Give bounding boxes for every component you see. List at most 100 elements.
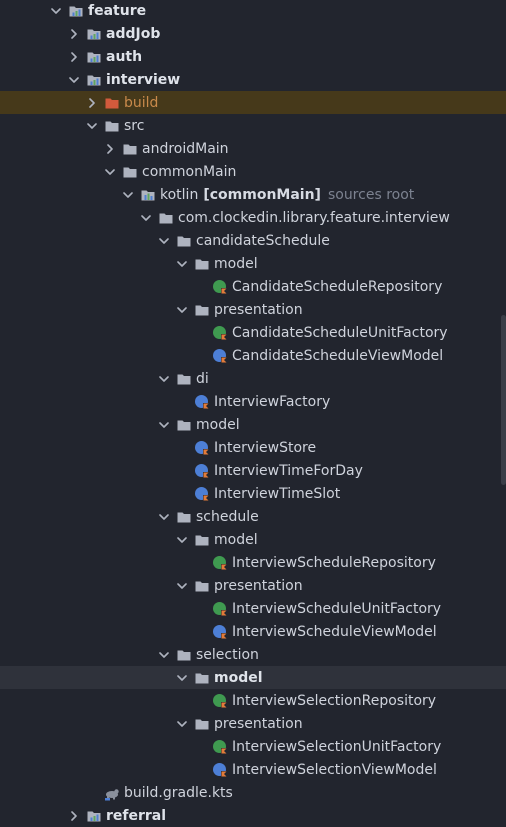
folder-icon (176, 371, 192, 387)
chevron-down-icon[interactable] (156, 371, 172, 387)
chevron-down-icon[interactable] (174, 302, 190, 318)
tree-row-candidatescheduleunitfactory[interactable]: CandidateScheduleUnitFactory (0, 321, 506, 344)
tree-row-candidatescheduleviewmodel[interactable]: CandidateScheduleViewModel (0, 344, 506, 367)
tree-item-label: model (196, 416, 240, 433)
chevron-down-icon[interactable] (156, 233, 172, 249)
tree-row-interviewscheduleviewmodel[interactable]: InterviewScheduleViewModel (0, 620, 506, 643)
chevron-down-icon[interactable] (174, 578, 190, 594)
tree-row-build-gradle-kts[interactable]: build.gradle.kts (0, 781, 506, 804)
tree-row-auth[interactable]: auth (0, 45, 506, 68)
tree-item-label: selection (196, 646, 259, 663)
chevron-down-icon[interactable] (138, 210, 154, 226)
kotlin-class-icon (194, 394, 210, 410)
tree-item-label: presentation (214, 577, 303, 594)
tree-item-label: presentation (214, 301, 303, 318)
tree-row-presentation[interactable]: presentation (0, 574, 506, 597)
tree-item-label: com.clockedin.library.feature.interview (178, 209, 450, 226)
tree-row-interviewtimeforday[interactable]: InterviewTimeForDay (0, 459, 506, 482)
tree-row-interviewschedulerepository[interactable]: InterviewScheduleRepository (0, 551, 506, 574)
tree-item-label: InterviewTimeForDay (214, 462, 363, 479)
tree-row-feature[interactable]: feature (0, 0, 506, 22)
tree-row-interviewstore[interactable]: InterviewStore (0, 436, 506, 459)
tree-row-androidmain[interactable]: androidMain (0, 137, 506, 160)
tree-row-di[interactable]: di (0, 367, 506, 390)
tree-item-label: CandidateScheduleUnitFactory (232, 324, 448, 341)
tree-row-model[interactable]: model (0, 666, 506, 689)
tree-row-src[interactable]: src (0, 114, 506, 137)
tree-row-selection[interactable]: selection (0, 643, 506, 666)
chevron-down-icon[interactable] (48, 3, 64, 19)
chevron-right-icon[interactable] (66, 49, 82, 65)
tree-row-build[interactable]: build (0, 91, 506, 114)
chevron-down-icon[interactable] (174, 256, 190, 272)
folder-icon (194, 532, 210, 548)
chevron-right-icon[interactable] (66, 808, 82, 824)
chevron-down-icon[interactable] (156, 509, 172, 525)
tree-item-label: build.gradle.kts (124, 784, 233, 801)
kotlin-class-icon (194, 440, 210, 456)
module-folder-icon (86, 49, 102, 65)
tree-item-label: CandidateScheduleRepository (232, 278, 443, 295)
tree-row-schedule[interactable]: schedule (0, 505, 506, 528)
chevron-right-icon[interactable] (66, 26, 82, 42)
tree-row-commonmain[interactable]: commonMain (0, 160, 506, 183)
tree-row-presentation[interactable]: presentation (0, 712, 506, 735)
chevron-down-icon[interactable] (120, 187, 136, 203)
tree-row-interviewtimeslot[interactable]: InterviewTimeSlot (0, 482, 506, 505)
tree-item-label: InterviewScheduleUnitFactory (232, 600, 442, 617)
source-root-icon (140, 187, 156, 203)
folder-icon (122, 164, 138, 180)
tree-row-model[interactable]: model (0, 252, 506, 275)
tree-item-label: schedule (196, 508, 259, 525)
tree-item-label: src (124, 117, 145, 134)
tree-row-interviewselectionrepository[interactable]: InterviewSelectionRepository (0, 689, 506, 712)
chevron-down-icon[interactable] (66, 72, 82, 88)
tree-row-candidateschedule[interactable]: candidateSchedule (0, 229, 506, 252)
kotlin-interface-icon (212, 555, 228, 571)
module-folder-icon (86, 808, 102, 824)
kotlin-interface-icon (212, 279, 228, 295)
folder-icon (158, 210, 174, 226)
kotlin-interface-icon (212, 693, 228, 709)
tree-row-model[interactable]: model (0, 413, 506, 436)
chevron-right-icon[interactable] (102, 141, 118, 157)
tree-row-interviewselectionviewmodel[interactable]: InterviewSelectionViewModel (0, 758, 506, 781)
tree-item-label: androidMain (142, 140, 229, 157)
tree-row-kotlin[interactable]: kotlin [commonMain] sources root (0, 183, 506, 206)
tree-scrollbar[interactable] (501, 315, 506, 485)
tree-item-label: interview (106, 71, 181, 88)
folder-icon (176, 647, 192, 663)
chevron-down-icon[interactable] (84, 118, 100, 134)
tree-row-referral[interactable]: referral (0, 804, 506, 827)
tree-row-interview[interactable]: interview (0, 68, 506, 91)
tree-item-label: di (196, 370, 209, 387)
kotlin-interface-icon (212, 601, 228, 617)
tree-row-presentation[interactable]: presentation (0, 298, 506, 321)
tree-row-com-clockedin-library-feature-interview[interactable]: com.clockedin.library.feature.interview (0, 206, 506, 229)
chevron-down-icon[interactable] (174, 716, 190, 732)
folder-icon (176, 233, 192, 249)
chevron-right-icon[interactable] (84, 95, 100, 111)
tree-item-label: model (214, 531, 258, 548)
kotlin-interface-icon (212, 739, 228, 755)
tree-row-interviewselectionunitfactory[interactable]: InterviewSelectionUnitFactory (0, 735, 506, 758)
chevron-down-icon[interactable] (156, 417, 172, 433)
tree-item-label: referral (106, 807, 167, 824)
tree-item-label: kotlin (160, 186, 199, 203)
tree-row-candidateschedulerepository[interactable]: CandidateScheduleRepository (0, 275, 506, 298)
tree-item-label: CandidateScheduleViewModel (232, 347, 444, 364)
kotlin-class-icon (212, 762, 228, 778)
folder-icon (194, 670, 210, 686)
tree-item-label: InterviewScheduleViewModel (232, 623, 437, 640)
tree-row-interviewscheduleunitfactory[interactable]: InterviewScheduleUnitFactory (0, 597, 506, 620)
chevron-down-icon[interactable] (174, 532, 190, 548)
chevron-down-icon[interactable] (156, 647, 172, 663)
chevron-down-icon[interactable] (174, 670, 190, 686)
tree-item-label: InterviewTimeSlot (214, 485, 341, 502)
tree-row-model[interactable]: model (0, 528, 506, 551)
gradle-kts-icon (104, 785, 120, 801)
tree-row-addjob[interactable]: addJob (0, 22, 506, 45)
tree-row-interviewfactory[interactable]: InterviewFactory (0, 390, 506, 413)
chevron-down-icon[interactable] (102, 164, 118, 180)
kotlin-class-icon (212, 624, 228, 640)
